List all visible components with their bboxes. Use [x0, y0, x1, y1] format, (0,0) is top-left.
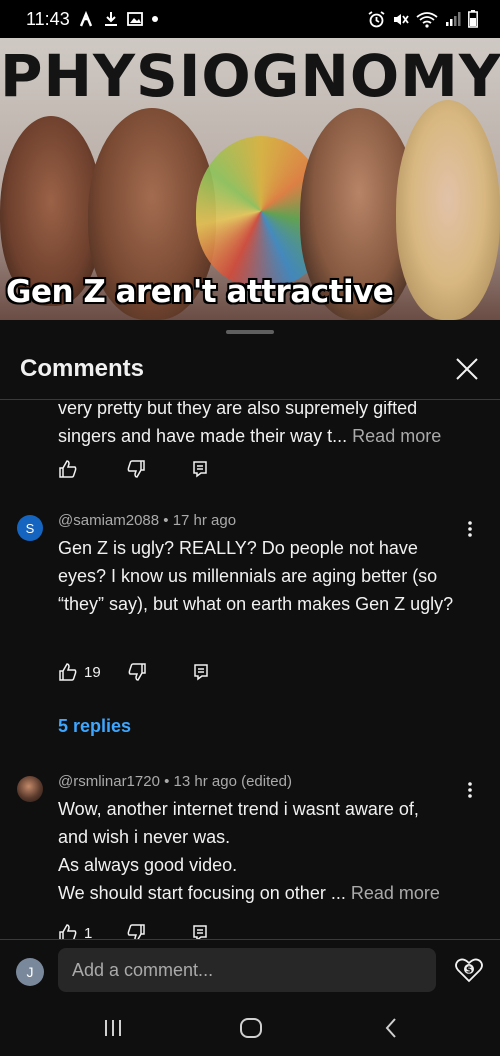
comments-list[interactable]: very pretty but they are also supremely …: [0, 401, 500, 939]
comment-line: As always good video.: [58, 855, 238, 875]
download-icon: [104, 11, 118, 27]
avatar[interactable]: S: [17, 515, 43, 541]
dislike-button[interactable]: [127, 662, 147, 682]
comments-title: Comments: [20, 354, 145, 382]
alarm-icon: [368, 10, 385, 28]
person-image-4: [396, 100, 500, 320]
read-more-link[interactable]: Read more: [352, 426, 441, 446]
comment-input[interactable]: [58, 948, 436, 992]
close-icon: [456, 357, 478, 380]
thumbnail-caption: Gen Z aren't attractive: [6, 274, 394, 310]
thumbs-up-icon: [59, 460, 77, 478]
comment-author[interactable]: @rsmlinar1720: [58, 773, 160, 790]
home-icon: [240, 1018, 262, 1038]
signal-icon: [445, 11, 461, 27]
like-count: 1: [84, 924, 93, 940]
reply-icon: [193, 925, 208, 939]
close-button[interactable]: [452, 354, 482, 384]
image-icon: [126, 12, 143, 26]
super-thanks-button[interactable]: $: [454, 955, 484, 985]
mute-icon: [392, 11, 409, 28]
comment-line: Wow, another internet trend i wasnt awar…: [58, 799, 419, 819]
reply-icon: [193, 664, 208, 681]
thumbnail-title: PHYSIOGNOMY: [0, 42, 500, 110]
battery-icon: [468, 10, 478, 28]
comment-text: Gen Z is ugly? REALLY? Do people not hav…: [58, 538, 454, 614]
reply-icon: [193, 461, 207, 478]
read-more-link[interactable]: Read more: [351, 883, 440, 903]
like-count: 19: [84, 663, 101, 681]
status-bar: 11:43: [0, 0, 500, 38]
comment-body: very pretty but they are also supremely …: [58, 401, 458, 450]
comment-body: Wow, another internet trend i wasnt awar…: [58, 795, 478, 907]
comment-meta: @rsmlinar1720 • 13 hr ago (edited): [58, 773, 292, 790]
more-vert-icon: [468, 521, 472, 537]
thumbs-down-icon: [127, 924, 146, 939]
like-button[interactable]: 19: [58, 662, 101, 682]
dislike-button[interactable]: [126, 923, 146, 939]
back-icon: [385, 1018, 396, 1038]
comment-line: We should start focusing on other ...: [58, 883, 346, 903]
back-button[interactable]: [371, 1011, 411, 1045]
comment-actions: 19: [58, 660, 209, 684]
like-button[interactable]: 1: [58, 923, 92, 939]
comments-sheet: Comments very pretty but they are also s…: [0, 320, 500, 1056]
comment-actions: 1: [58, 921, 208, 939]
status-time: 11:43: [26, 8, 70, 29]
comment-author[interactable]: @samiam2088: [58, 512, 159, 529]
reply-button[interactable]: [192, 460, 208, 478]
comment-line: and wish i never was.: [58, 827, 231, 847]
svg-text:$: $: [466, 966, 472, 976]
recent-apps-button[interactable]: [93, 1011, 133, 1045]
dislike-button[interactable]: [126, 459, 146, 479]
reply-button[interactable]: [193, 663, 209, 681]
heart-dollar-icon: $: [455, 958, 483, 983]
more-options-button[interactable]: [462, 517, 478, 541]
recent-apps-icon: [105, 1020, 121, 1036]
reply-button[interactable]: [192, 924, 208, 939]
thumbs-up-icon: [59, 663, 77, 681]
thumbs-down-icon: [127, 460, 145, 478]
comment-time: 13 hr ago (edited): [173, 773, 292, 790]
wifi-icon: [416, 11, 438, 28]
comment-actions: [58, 457, 208, 481]
video-thumbnail[interactable]: PHYSIOGNOMY Gen Z aren't attractive: [0, 38, 500, 320]
drag-handle[interactable]: [226, 330, 274, 334]
thumbs-up-icon: [59, 924, 77, 939]
avatar: J: [16, 958, 44, 986]
view-replies-link[interactable]: 5 replies: [58, 716, 131, 737]
comments-header: Comments: [0, 338, 500, 400]
thumbs-down-icon: [128, 663, 146, 681]
like-button[interactable]: [58, 459, 78, 479]
system-nav-bar: [0, 1001, 500, 1056]
strava-icon: [79, 10, 95, 28]
comment-time: 17 hr ago: [172, 512, 237, 529]
home-button[interactable]: [231, 1011, 271, 1045]
add-comment-bar: J $: [0, 939, 500, 1001]
comment-meta: @samiam2088 • 17 hr ago: [58, 512, 237, 529]
dot-icon: [151, 16, 158, 22]
avatar[interactable]: [17, 776, 43, 802]
